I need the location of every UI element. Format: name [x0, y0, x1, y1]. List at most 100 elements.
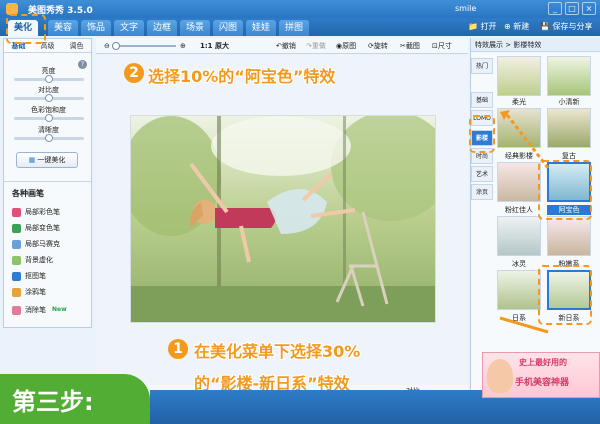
highlight-beautify-tab — [6, 14, 46, 44]
effect-label: 经典影楼 — [505, 152, 533, 160]
minimize-button[interactable]: _ — [548, 2, 562, 15]
highlight-studio-category — [469, 115, 495, 153]
step-1-text-line1: 在美化菜单下选择30% — [194, 342, 361, 361]
tab-accessories[interactable]: 饰品 — [81, 20, 111, 36]
category-art[interactable]: 艺术 — [471, 166, 493, 182]
promo-banner[interactable]: 史上最好用的 手机美容神器 — [482, 352, 600, 398]
zoom-in-icon[interactable]: ⊕ — [180, 40, 186, 52]
divider — [4, 181, 91, 182]
redo-label: 重做 — [311, 42, 326, 50]
sharpness-track[interactable] — [14, 134, 84, 142]
original-label: 原图 — [342, 42, 357, 50]
mosaic-icon — [12, 239, 21, 249]
brush-label: 局部马赛克 — [25, 240, 60, 248]
brush-local-color[interactable]: 局部彩色笔 — [12, 206, 60, 218]
sharpness-slider[interactable]: 清晰度 — [4, 125, 93, 147]
rotate-label: 旋转 — [373, 42, 388, 50]
new-badge: New — [52, 306, 67, 313]
brush-label: 局部彩色笔 — [25, 208, 60, 216]
highlight-abao-effect — [538, 160, 592, 220]
saturation-slider[interactable]: 色彩饱和度 — [4, 105, 93, 127]
tab-beauty[interactable]: 美容 — [48, 20, 78, 36]
blur-icon — [12, 255, 21, 265]
brush-cutout[interactable]: 抠图笔 — [12, 270, 46, 282]
open-button[interactable]: 📁 打开 — [468, 21, 497, 33]
brush-label: 涂鸦笔 — [25, 288, 46, 296]
one-key-beautify-button[interactable]: ▦ 一键美化 — [16, 152, 78, 168]
new-button[interactable]: ⊕ 新建 — [504, 21, 529, 33]
cutout-icon — [12, 271, 21, 281]
brightness-knob[interactable] — [45, 75, 53, 83]
brush-doodle[interactable]: 涂鸦笔 — [12, 286, 46, 298]
brush-mosaic[interactable]: 局部马赛克 — [12, 238, 60, 250]
original-button[interactable]: ◉原图 — [336, 40, 356, 52]
tab-scene[interactable]: 场景 — [180, 20, 210, 36]
effect-label: 日系 — [512, 314, 526, 322]
subtab-color[interactable]: 调色 — [62, 39, 91, 52]
pencil-icon — [12, 287, 21, 297]
highlight-new-japanese-effect — [538, 265, 592, 325]
step-1-badge: 1 — [168, 339, 188, 359]
crop-label: 截图 — [405, 42, 420, 50]
effect-thumb[interactable] — [547, 216, 591, 256]
actual-size-button[interactable]: 1:1 原大 — [200, 40, 229, 52]
photo-preview[interactable] — [130, 115, 436, 323]
undo-label: 撤销 — [281, 42, 296, 50]
new-label: 新建 — [513, 22, 530, 31]
effect-thumb[interactable] — [547, 108, 591, 148]
contrast-knob[interactable] — [45, 94, 53, 102]
maximize-button[interactable]: □ — [565, 2, 579, 15]
sharpness-knob[interactable] — [45, 134, 53, 142]
effect-thumb[interactable] — [497, 216, 541, 256]
category-basic[interactable]: 基础 — [471, 92, 493, 108]
recolor-brush-icon — [12, 223, 21, 233]
promo-avatar — [487, 359, 513, 393]
tab-doll[interactable]: 娃娃 — [246, 20, 276, 36]
one-key-label: 一键美化 — [37, 156, 66, 164]
category-hot[interactable]: 热门 — [471, 58, 493, 74]
save-icon: 💾 — [540, 22, 550, 31]
step-2-badge: 2 — [124, 63, 144, 83]
brush-local-recolor[interactable]: 局部变色笔 — [12, 222, 60, 234]
brush-background-blur[interactable]: 背景虚化 — [12, 254, 53, 266]
step-2-text: 选择10%的“阿宝色”特效 — [148, 67, 336, 86]
brightness-track[interactable] — [14, 75, 84, 83]
saturation-knob[interactable] — [45, 114, 53, 122]
contrast-track[interactable] — [14, 94, 84, 102]
close-button[interactable]: × — [582, 2, 596, 15]
resize-label: 尺寸 — [437, 42, 452, 50]
brushes-title: 各种画笔 — [12, 189, 44, 198]
effect-thumb[interactable] — [497, 108, 541, 148]
category-other[interactable]: 涂页 — [471, 184, 493, 200]
brush-eraser[interactable]: 消除笔 New — [12, 304, 67, 316]
crop-button[interactable]: ✂截图 — [400, 40, 420, 52]
magic-wand-icon: ▦ — [28, 156, 36, 164]
zoom-out-icon[interactable]: ⊖ — [104, 40, 110, 52]
contrast-slider[interactable]: 对比度 — [4, 85, 93, 107]
tab-text[interactable]: 文字 — [114, 20, 144, 36]
canvas-toolbar: ⊖ ⊕ 1:1 原大 ↶撤销 ↷重做 ◉原图 ⟳旋转 ✂截图 ⊡尺寸 — [96, 38, 468, 54]
effect-thumb[interactable] — [497, 56, 541, 96]
open-label: 打开 — [480, 22, 497, 31]
user-name[interactable]: smile — [455, 4, 476, 13]
color-brush-icon — [12, 207, 21, 217]
save-share-button[interactable]: 💾 保存与分享 — [540, 21, 593, 33]
zoom-knob[interactable] — [112, 42, 120, 50]
undo-button[interactable]: ↶撤销 — [276, 40, 296, 52]
rotate-button[interactable]: ⟳旋转 — [368, 40, 388, 52]
step-label-box: 第三步: — [0, 374, 150, 424]
effect-thumb[interactable] — [497, 162, 541, 202]
effect-label: 冰灵 — [512, 260, 526, 268]
tab-flash[interactable]: 闪图 — [213, 20, 243, 36]
saturation-track[interactable] — [14, 114, 84, 122]
effect-thumb[interactable] — [547, 56, 591, 96]
effect-thumb[interactable] — [497, 270, 541, 310]
tab-frame[interactable]: 边框 — [147, 20, 177, 36]
zoom-slider[interactable] — [116, 45, 176, 47]
title-bar: 美图秀秀 3.5.0 smile _ □ × — [0, 0, 600, 18]
redo-button[interactable]: ↷重做 — [306, 40, 326, 52]
brush-label: 局部变色笔 — [25, 224, 60, 232]
effect-label: 小清新 — [558, 98, 580, 106]
resize-button[interactable]: ⊡尺寸 — [432, 40, 452, 52]
tab-collage[interactable]: 拼图 — [279, 20, 309, 36]
